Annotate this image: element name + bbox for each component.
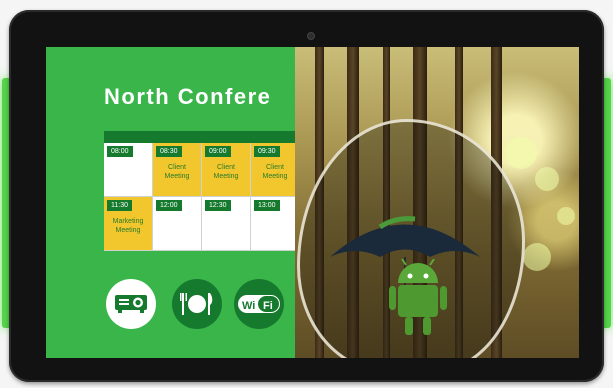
slot-time: 09:00 <box>205 146 231 157</box>
projector-icon <box>106 279 156 329</box>
schedule-slot[interactable]: 08:30 Client Meeting <box>153 143 202 197</box>
wifi-icon: Wi Fi <box>234 279 284 329</box>
schedule-slot[interactable]: 08:00 <box>104 143 153 197</box>
tablet-bezel: North Confere 08:00 08:30 Client Meeting… <box>9 10 604 382</box>
schedule-slot[interactable]: 12:00 <box>153 197 202 251</box>
schedule-slot[interactable]: 11:30 Marketing Meeting <box>104 197 153 251</box>
slot-time: 12:30 <box>205 200 231 211</box>
slot-time: 08:00 <box>107 146 133 157</box>
slot-meeting: Client Meeting <box>262 164 288 180</box>
slot-time: 12:00 <box>156 200 182 211</box>
schedule-slot[interactable]: 09:00 Client Meeting <box>202 143 251 197</box>
slot-time: 09:30 <box>254 146 280 157</box>
slot-meeting: Client Meeting <box>213 164 239 180</box>
wifi-label-right: Fi <box>263 300 273 312</box>
schedule-slot[interactable]: 09:30 Client Meeting <box>251 143 300 197</box>
android-robot-icon <box>389 259 447 335</box>
dining-icon <box>172 279 222 329</box>
wifi-label-left: Wi <box>242 300 255 312</box>
slot-time: 08:30 <box>156 146 182 157</box>
slot-meeting: Marketing Meeting <box>112 218 144 234</box>
slot-meeting: Client Meeting <box>164 164 190 180</box>
slot-time: 11:30 <box>107 200 132 211</box>
slot-time: 13:00 <box>254 200 280 211</box>
tablet-screen: North Confere 08:00 08:30 Client Meeting… <box>46 47 579 358</box>
schedule-header-bar <box>104 131 304 143</box>
room-title: North Confere <box>104 84 272 109</box>
promo-photo <box>295 47 579 358</box>
room-booking-panel: North Confere 08:00 08:30 Client Meeting… <box>46 47 304 358</box>
schedule-slot[interactable]: 12:30 <box>202 197 251 251</box>
schedule-slot[interactable]: 13:00 <box>251 197 300 251</box>
front-camera <box>307 32 315 40</box>
